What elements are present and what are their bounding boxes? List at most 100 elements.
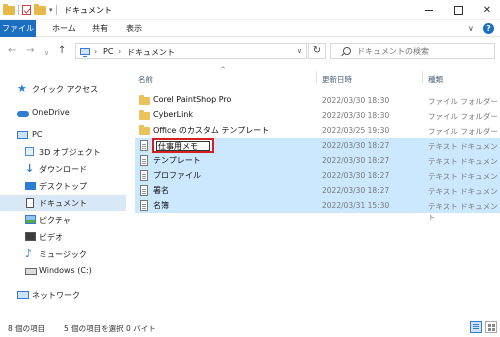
- breadcrumb-chevron-icon[interactable]: ›: [118, 47, 121, 56]
- file-name: 名簿: [153, 201, 169, 210]
- nav-item-pc[interactable]: PC: [0, 127, 126, 143]
- nav-item-music[interactable]: ♪ ミュージック: [0, 246, 126, 262]
- text-file-icon: [140, 185, 148, 196]
- text-file-icon: [140, 200, 148, 211]
- desktop-icon: [25, 182, 36, 190]
- properties-icon[interactable]: [22, 5, 31, 15]
- text-file-icon: [140, 170, 148, 181]
- nav-item-label: PC: [32, 130, 43, 139]
- file-row[interactable]: Office のカスタム テンプレート 2022/03/25 19:30 ファイ…: [135, 123, 500, 138]
- text-file-icon: [140, 155, 148, 166]
- nav-item-label: クイック アクセス: [32, 85, 99, 94]
- nav-item-quick-access[interactable]: ★ クイック アクセス: [0, 81, 126, 97]
- up-arrow-icon[interactable]: ↑: [58, 45, 66, 57]
- nav-item-desktop[interactable]: デスクトップ: [0, 178, 126, 194]
- details-view-icon[interactable]: [470, 321, 482, 333]
- tab-share[interactable]: 共有: [92, 20, 108, 37]
- file-row[interactable]: CyberLink 2022/03/30 18:30 ファイル フォルダー: [135, 108, 500, 123]
- column-divider[interactable]: [422, 71, 423, 85]
- file-name: Office のカスタム テンプレート: [153, 126, 270, 135]
- column-divider[interactable]: [316, 71, 317, 85]
- cube-icon: [25, 147, 34, 156]
- help-icon[interactable]: ?: [483, 23, 494, 34]
- nav-item-label: 3D オブジェクト: [39, 148, 101, 157]
- nav-item-label: OneDrive: [32, 108, 70, 117]
- file-date: 2022/03/30 18:30: [322, 111, 390, 120]
- file-type: ファイル フォルダー: [428, 127, 498, 136]
- file-type: ファイル フォルダー: [428, 97, 498, 106]
- file-name: プロファイル: [153, 171, 201, 180]
- picture-icon: [25, 215, 36, 224]
- rename-input[interactable]: [156, 141, 210, 151]
- forward-arrow-icon[interactable]: →: [26, 45, 34, 57]
- search-icon: [343, 47, 351, 55]
- sort-ascending-chevron-icon: ^: [220, 66, 226, 74]
- nav-item-onedrive[interactable]: OneDrive: [0, 105, 126, 121]
- back-arrow-icon[interactable]: ←: [8, 45, 16, 57]
- file-name: 署名: [153, 186, 169, 195]
- customize-toolbar-chevron-icon[interactable]: ▾: [49, 6, 53, 14]
- title-bar: ▾ ドキュメント ✕: [0, 0, 500, 20]
- nav-item-windows-c[interactable]: Windows (C:): [0, 263, 126, 279]
- large-icons-view-icon[interactable]: [485, 321, 497, 333]
- nav-item-pictures[interactable]: ピクチャ: [0, 212, 126, 228]
- file-name: Corel PaintShop Pro: [153, 95, 232, 104]
- file-type: テキスト ドキュメント: [428, 202, 498, 222]
- nav-item-label: ドキュメント: [39, 199, 87, 208]
- file-date: 2022/03/25 19:30: [322, 126, 390, 135]
- file-list: ^ 名前 更新日時 種類 Corel PaintShop Pro 2022/03…: [130, 65, 500, 317]
- column-header-type[interactable]: 種類: [428, 74, 443, 85]
- file-date: 2022/03/30 18:27: [322, 156, 390, 165]
- nav-item-3d-objects[interactable]: 3D オブジェクト: [0, 144, 126, 160]
- nav-item-label: ネットワーク: [32, 291, 80, 300]
- search-input[interactable]: [357, 44, 492, 58]
- pc-icon: [17, 131, 28, 139]
- selection-info: 5 個の項目を選択 0 バイト: [64, 324, 156, 333]
- nav-item-documents[interactable]: ドキュメント: [0, 195, 126, 211]
- item-count: 8 個の項目: [8, 324, 46, 333]
- quick-access-toolbar: ▾: [3, 3, 57, 17]
- tab-file[interactable]: ファイル: [0, 20, 36, 37]
- breadcrumb-documents[interactable]: ドキュメント: [127, 47, 175, 58]
- nav-item-network[interactable]: ネットワーク: [0, 287, 126, 303]
- nav-item-videos[interactable]: ビデオ: [0, 229, 126, 245]
- file-date: 2022/03/31 15:30: [322, 201, 390, 210]
- expand-ribbon-chevron-icon[interactable]: ∨: [468, 24, 474, 33]
- drive-icon: [25, 268, 37, 275]
- rename-highlight: [152, 138, 214, 153]
- new-folder-icon[interactable]: [34, 3, 46, 15]
- close-button[interactable]: ✕: [472, 0, 500, 20]
- file-date: 2022/03/30 18:30: [322, 96, 390, 105]
- file-date: 2022/03/30 18:27: [322, 186, 390, 195]
- breadcrumb-chevron-icon[interactable]: ›: [94, 47, 97, 56]
- tab-home[interactable]: ホーム: [52, 20, 76, 37]
- star-icon: ★: [17, 82, 27, 95]
- nav-item-downloads[interactable]: ↓ ダウンロード: [0, 161, 126, 177]
- address-dropdown-chevron-icon[interactable]: ∨: [297, 47, 302, 55]
- file-row[interactable]: 署名 2022/03/30 18:27 テキスト ドキュメント: [135, 183, 500, 207]
- file-row[interactable]: プロファイル 2022/03/30 18:27 テキスト ドキュメント: [135, 168, 500, 192]
- status-bar: 8 個の項目 5 個の項目を選択 0 バイト: [0, 317, 500, 337]
- tab-view[interactable]: 表示: [126, 20, 142, 37]
- column-header-name[interactable]: 名前: [138, 74, 153, 85]
- music-note-icon: ♪: [25, 247, 33, 260]
- nav-item-label: ミュージック: [39, 250, 87, 259]
- minimize-button[interactable]: [414, 0, 444, 20]
- file-row[interactable]: Corel PaintShop Pro 2022/03/30 18:30 ファイ…: [135, 93, 500, 108]
- file-name: テンプレート: [153, 156, 201, 165]
- maximize-button[interactable]: [443, 0, 473, 20]
- file-row[interactable]: テンプレート 2022/03/30 18:27 テキスト ドキュメント: [135, 153, 500, 177]
- refresh-button[interactable]: ↻: [308, 43, 326, 59]
- file-date: 2022/03/30 18:27: [322, 141, 390, 150]
- nav-item-label: ダウンロード: [39, 165, 87, 174]
- folder-icon: [139, 125, 150, 135]
- search-box[interactable]: [330, 43, 495, 59]
- recent-locations-chevron-icon[interactable]: ∨: [44, 47, 49, 59]
- folder-icon: [139, 95, 150, 105]
- column-header-date-modified[interactable]: 更新日時: [322, 74, 352, 85]
- address-bar[interactable]: › PC › ドキュメント ∨: [75, 43, 307, 59]
- breadcrumb-pc[interactable]: PC: [103, 47, 113, 56]
- file-row-renaming[interactable]: 2022/03/30 18:27 テキスト ドキュメント: [135, 138, 500, 162]
- download-arrow-icon: ↓: [25, 162, 35, 175]
- file-row[interactable]: 名簿 2022/03/31 15:30 テキスト ドキュメント: [135, 198, 500, 222]
